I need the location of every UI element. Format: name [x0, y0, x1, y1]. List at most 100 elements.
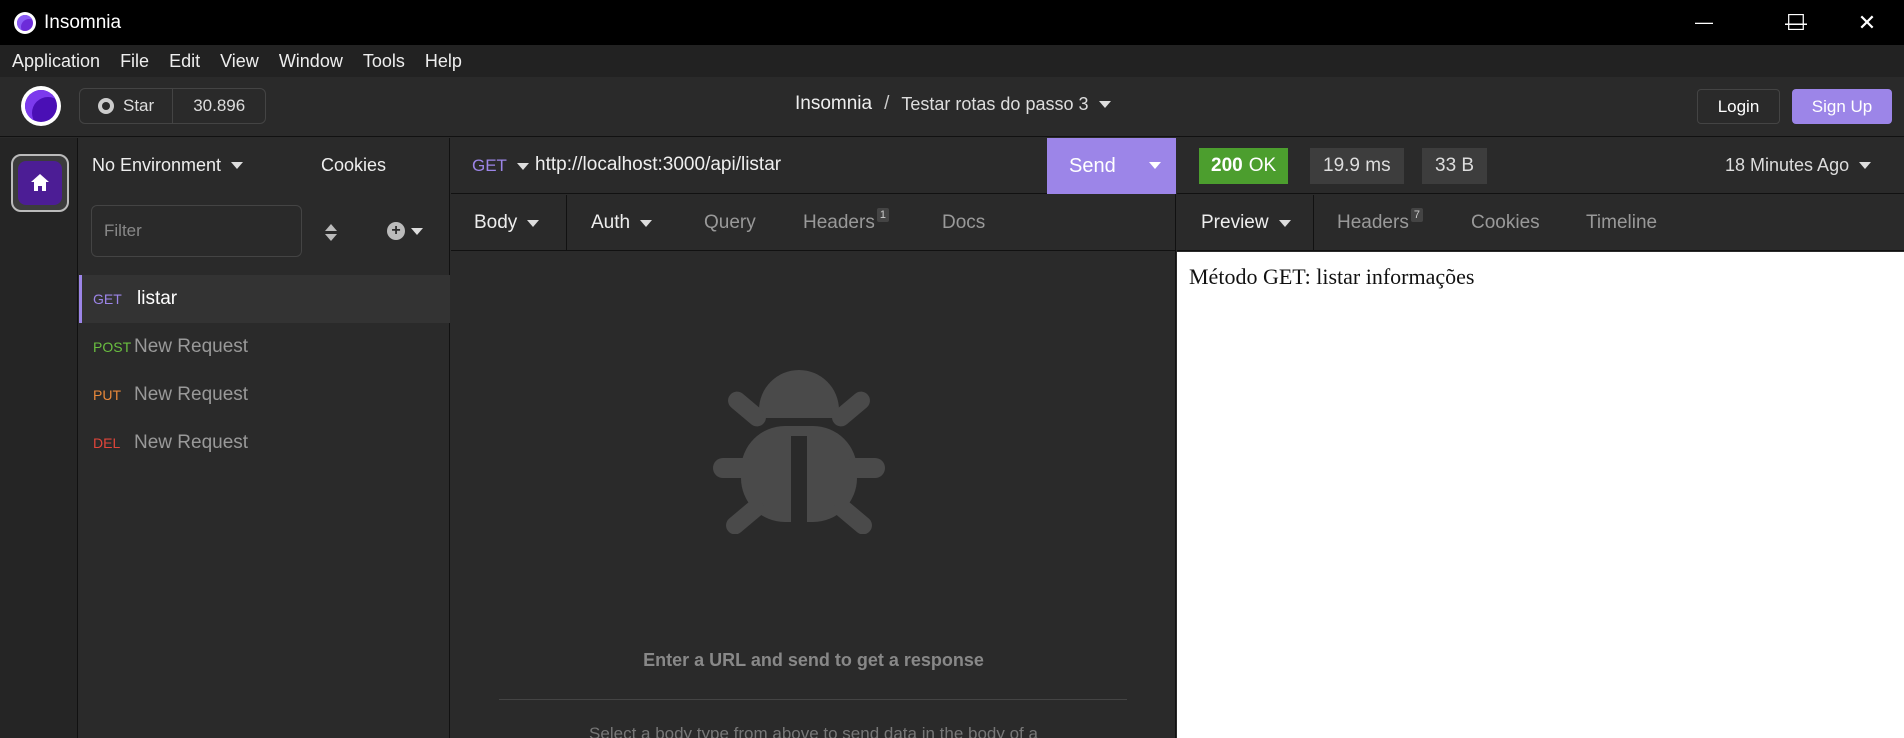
plus-circle-icon: +	[387, 222, 405, 240]
cookies-button[interactable]: Cookies	[321, 155, 386, 176]
request-method: GET	[93, 291, 122, 307]
tab-preview-label: Preview	[1201, 212, 1269, 233]
menu-bar: Application File Edit View Window Tools …	[0, 45, 1904, 77]
divider	[499, 699, 1127, 700]
chevron-down-icon[interactable]	[1098, 100, 1111, 108]
menu-tools[interactable]: Tools	[363, 51, 405, 72]
menu-view[interactable]: View	[220, 51, 259, 72]
tab-divider	[1313, 195, 1314, 251]
breadcrumb-root[interactable]: Insomnia	[795, 93, 872, 115]
tab-headers[interactable]: Headers 1	[803, 195, 889, 251]
status-code: 200	[1211, 155, 1243, 176]
window-title: Insomnia	[44, 11, 122, 33]
tab-response-headers-label: Headers	[1337, 212, 1409, 233]
signup-button[interactable]: Sign Up	[1792, 89, 1892, 124]
left-rail	[0, 138, 78, 738]
status-text: OK	[1248, 155, 1277, 176]
tab-query[interactable]: Query	[704, 195, 756, 251]
tab-divider	[566, 195, 567, 251]
github-star-button[interactable]: Star	[80, 89, 174, 123]
request-name: New Request	[134, 336, 249, 357]
sort-icon[interactable]	[324, 224, 338, 242]
request-method: DEL	[93, 435, 121, 451]
tab-body-label: Body	[474, 212, 518, 233]
top-toolbar: Star 30.896 Insomnia / Testar rotas do p…	[0, 77, 1904, 137]
star-label: Star	[123, 96, 155, 115]
response-status-bar: 200 OK 19.9 ms 33 B 18 Minutes Ago	[1177, 138, 1904, 194]
method-label: GET	[472, 156, 507, 175]
headers-count-badge: 1	[876, 208, 889, 222]
github-star-group: Star 30.896	[79, 88, 267, 124]
insomnia-logo-icon	[14, 11, 36, 34]
bug-icon	[711, 358, 887, 539]
request-method: PUT	[93, 387, 121, 403]
menu-file[interactable]: File	[120, 51, 149, 72]
chevron-down-icon	[527, 219, 540, 227]
filter-input[interactable]	[91, 205, 302, 257]
tab-auth[interactable]: Auth	[591, 195, 653, 251]
chevron-down-icon	[1859, 162, 1872, 169]
github-icon	[98, 98, 114, 114]
tab-docs[interactable]: Docs	[942, 195, 985, 251]
tab-timeline[interactable]: Timeline	[1586, 195, 1657, 251]
sidebar: No Environment Cookies + GET listar POST…	[79, 138, 450, 738]
request-tabs: Body Auth Query Headers 1 Docs	[451, 195, 1176, 251]
response-headers-count-badge: 7	[1410, 208, 1423, 222]
chevron-down-icon	[231, 162, 244, 169]
request-pane: GET http://localhost:3000/api/listar Sen…	[451, 138, 1176, 738]
tab-auth-label: Auth	[591, 212, 631, 233]
chevron-down-icon	[1278, 219, 1291, 227]
response-pane: 200 OK 19.9 ms 33 B 18 Minutes Ago Previ…	[1177, 138, 1904, 738]
request-item-put[interactable]: PUT New Request	[79, 371, 450, 419]
request-list: GET listar POST New Request PUT New Requ…	[79, 275, 450, 467]
response-tabs: Preview Headers 7 Cookies Timeline	[1177, 195, 1904, 251]
environment-label: No Environment	[92, 155, 222, 175]
send-label: Send	[1069, 154, 1116, 177]
chevron-down-icon	[411, 227, 423, 235]
tab-response-headers[interactable]: Headers 7	[1337, 195, 1423, 251]
breadcrumb: Insomnia / Testar rotas do passo 3	[795, 93, 1111, 115]
menu-application[interactable]: Application	[12, 51, 100, 72]
send-button[interactable]: Send	[1047, 138, 1176, 194]
request-method: POST	[93, 339, 132, 355]
insomnia-home-logo-icon[interactable]	[21, 86, 61, 126]
minimize-window-button[interactable]: —	[1669, 0, 1739, 45]
menu-window[interactable]: Window	[279, 51, 343, 72]
response-time-badge: 19.9 ms	[1310, 148, 1404, 184]
close-window-button[interactable]: ✕	[1832, 0, 1902, 45]
breadcrumb-separator: /	[884, 93, 890, 114]
maximize-window-button[interactable]: ☐	[1761, 0, 1831, 45]
empty-state-message: Enter a URL and send to get a response	[643, 650, 984, 670]
star-count[interactable]: 30.896	[173, 96, 265, 116]
chevron-down-icon	[640, 219, 653, 227]
add-request-button[interactable]: +	[387, 222, 423, 240]
menu-help[interactable]: Help	[425, 51, 462, 72]
url-bar: GET http://localhost:3000/api/listar Sen…	[451, 138, 1176, 194]
environment-select[interactable]: No Environment	[92, 155, 244, 176]
request-item-post[interactable]: POST New Request	[79, 323, 450, 371]
request-name: listar	[137, 288, 178, 309]
time-ago-label: 18 Minutes Ago	[1725, 155, 1850, 175]
status-badge: 200 OK	[1199, 148, 1289, 184]
empty-state-hint: Select a body type from above to send da…	[589, 724, 1038, 738]
response-body-text: Método GET: listar informações	[1189, 264, 1475, 289]
request-name: New Request	[134, 384, 249, 405]
history-dropdown[interactable]: 18 Minutes Ago	[1725, 155, 1872, 176]
tab-preview[interactable]: Preview	[1201, 195, 1291, 251]
response-preview: Método GET: listar informações	[1177, 252, 1904, 738]
response-size-badge: 33 B	[1422, 148, 1488, 184]
request-item-del[interactable]: DEL New Request	[79, 419, 450, 467]
home-button[interactable]	[11, 154, 69, 212]
request-name: New Request	[134, 432, 249, 453]
menu-edit[interactable]: Edit	[169, 51, 200, 72]
chevron-down-icon[interactable]	[1149, 162, 1161, 169]
tab-headers-label: Headers	[803, 212, 875, 233]
method-select[interactable]: GET	[472, 156, 529, 176]
title-bar: Insomnia —	[0, 0, 1904, 45]
tab-body[interactable]: Body	[474, 195, 540, 251]
tab-response-cookies[interactable]: Cookies	[1471, 195, 1540, 251]
url-input[interactable]: http://localhost:3000/api/listar	[535, 154, 781, 176]
breadcrumb-current[interactable]: Testar rotas do passo 3	[901, 94, 1088, 115]
login-button[interactable]: Login	[1697, 89, 1780, 124]
request-item-listar[interactable]: GET listar	[79, 275, 450, 323]
